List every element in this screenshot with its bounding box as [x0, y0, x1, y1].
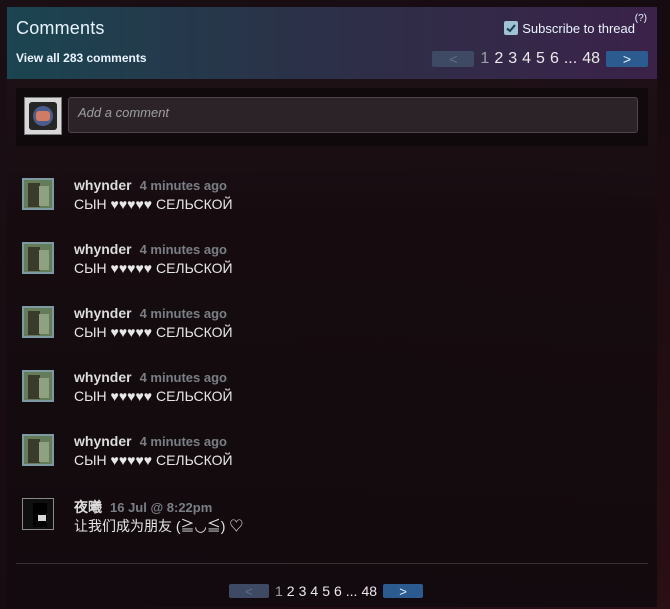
- page-link-2[interactable]: 2: [287, 583, 295, 599]
- comment-text: СЫН ♥♥♥♥♥ СЕЛЬСКОЙ: [74, 196, 233, 212]
- next-page-button[interactable]: >: [606, 51, 648, 67]
- comment-text: СЫН ♥♥♥♥♥ СЕЛЬСКОЙ: [74, 452, 233, 468]
- comment-item: whynder 4 minutes ago СЫН ♥♥♥♥♥ СЕЛЬСКОЙ: [16, 296, 648, 360]
- comment-timestamp: 4 minutes ago: [139, 242, 227, 257]
- page-link-6[interactable]: 6: [550, 51, 559, 67]
- page-title: Comments: [16, 18, 105, 38]
- comment-text: 让我们成为朋友 (≧◡≦) ♡: [74, 518, 244, 534]
- pagination-ellipsis: ...: [345, 583, 358, 599]
- page-link-48[interactable]: 48: [582, 51, 600, 67]
- comment-timestamp: 16 Jul @ 8:22pm: [110, 500, 213, 515]
- pagination-bottom: < 1 2 3 4 5 6 ... 48 >: [229, 583, 424, 599]
- page-link-5[interactable]: 5: [536, 51, 545, 67]
- avatar[interactable]: [22, 306, 54, 338]
- comment-meta: whynder 4 minutes ago: [74, 241, 227, 257]
- pagination-top: < 1 2 3 4 5 6 ... 48 >: [432, 50, 648, 68]
- page-link-1: 1: [275, 583, 283, 599]
- subscribe-label: Subscribe to thread: [522, 20, 635, 36]
- comment-meta: whynder 4 minutes ago: [74, 305, 227, 321]
- page-link-48[interactable]: 48: [361, 583, 377, 599]
- comment-author[interactable]: whynder: [74, 177, 132, 193]
- comment-item: whynder 4 minutes ago СЫН ♥♥♥♥♥ СЕЛЬСКОЙ: [16, 360, 648, 424]
- comment-timestamp: 4 minutes ago: [139, 434, 227, 449]
- pagination-ellipsis: ...: [563, 50, 578, 67]
- comment-item: whynder 4 minutes ago СЫН ♥♥♥♥♥ СЕЛЬСКОЙ: [16, 232, 648, 296]
- comments-list: whynder 4 minutes ago СЫН ♥♥♥♥♥ СЕЛЬСКОЙ…: [16, 168, 648, 552]
- avatar[interactable]: [22, 242, 54, 274]
- comment-timestamp: 4 minutes ago: [139, 306, 227, 321]
- avatar[interactable]: [22, 498, 54, 530]
- comment-text: СЫН ♥♥♥♥♥ СЕЛЬСКОЙ: [74, 260, 233, 276]
- help-link[interactable]: (?): [635, 13, 647, 24]
- prev-page-button[interactable]: <: [229, 583, 269, 599]
- comment-meta: whynder 4 minutes ago: [74, 369, 227, 385]
- page-link-1: 1: [480, 50, 490, 67]
- comment-meta: whynder 4 minutes ago: [74, 177, 227, 193]
- divider: [16, 563, 648, 564]
- comment-timestamp: 4 minutes ago: [139, 370, 227, 385]
- page-link-3[interactable]: 3: [508, 51, 517, 67]
- comment-meta: 夜曦 16 Jul @ 8:22pm: [74, 497, 212, 517]
- comment-text: СЫН ♥♥♥♥♥ СЕЛЬСКОЙ: [74, 388, 233, 404]
- comment-item: whynder 4 minutes ago СЫН ♥♥♥♥♥ СЕЛЬСКОЙ: [16, 424, 648, 488]
- comment-author[interactable]: whynder: [74, 241, 132, 257]
- page-link-5[interactable]: 5: [322, 583, 330, 599]
- comment-meta: whynder 4 minutes ago: [74, 433, 227, 449]
- page-link-3[interactable]: 3: [299, 583, 307, 599]
- page-links: 1 2 3 4 5 6 ... 48: [275, 583, 377, 599]
- page-link-4[interactable]: 4: [310, 583, 318, 599]
- page-link-2[interactable]: 2: [494, 51, 503, 67]
- page-link-4[interactable]: 4: [522, 51, 531, 67]
- comment-timestamp: 4 minutes ago: [139, 178, 227, 193]
- add-comment-input[interactable]: Add a comment: [68, 97, 638, 133]
- comment-text: СЫН ♥♥♥♥♥ СЕЛЬСКОЙ: [74, 324, 233, 340]
- subscribe-to-thread[interactable]: Subscribe to thread: [504, 19, 635, 37]
- page-links: 1 2 3 4 5 6 ... 48: [480, 51, 600, 67]
- avatar[interactable]: [22, 370, 54, 402]
- chevron-right-icon: >: [399, 583, 407, 599]
- comment-composer: Add a comment: [16, 88, 648, 146]
- comments-header: Comments View all 283 comments Subscribe…: [7, 7, 657, 79]
- chevron-left-icon: <: [449, 51, 458, 67]
- current-user-avatar: [24, 97, 62, 135]
- chevron-left-icon: <: [245, 583, 253, 599]
- comment-author[interactable]: whynder: [74, 369, 132, 385]
- chevron-right-icon: >: [622, 51, 632, 67]
- page-link-6[interactable]: 6: [334, 583, 342, 599]
- avatar[interactable]: [22, 178, 54, 210]
- prev-page-button[interactable]: <: [432, 51, 475, 67]
- avatar[interactable]: [22, 434, 54, 466]
- view-all-comments-link[interactable]: View all 283 comments: [16, 51, 147, 65]
- comment-author[interactable]: whynder: [74, 433, 132, 449]
- next-page-button[interactable]: >: [383, 583, 424, 599]
- comment-author[interactable]: whynder: [74, 305, 132, 321]
- comment-item: 夜曦 16 Jul @ 8:22pm 让我们成为朋友 (≧◡≦) ♡: [16, 488, 648, 552]
- check-icon: [506, 24, 517, 33]
- comment-author[interactable]: 夜曦: [74, 497, 102, 517]
- subscribe-checkbox[interactable]: [504, 21, 519, 35]
- comment-item: whynder 4 minutes ago СЫН ♥♥♥♥♥ СЕЛЬСКОЙ: [16, 168, 648, 232]
